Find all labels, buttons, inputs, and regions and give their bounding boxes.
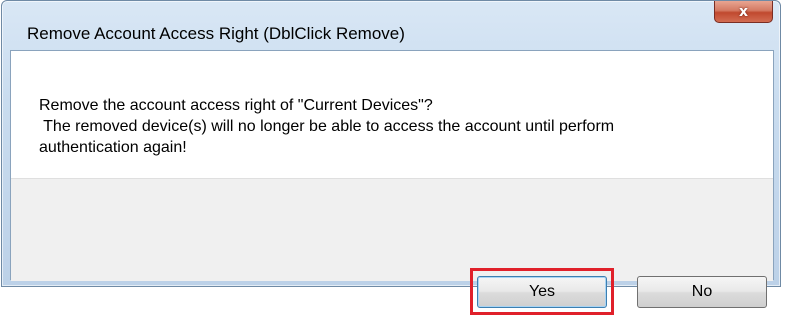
button-bar: Yes No	[11, 178, 773, 315]
remove-access-dialog: Remove Account Access Right (DblClick Re…	[1, 0, 781, 315]
confirmation-message: Remove the account access right of "Curr…	[39, 95, 739, 158]
message-line-2: The removed device(s) will no longer be …	[39, 118, 615, 135]
message-line-3: authentication again!	[39, 139, 187, 156]
close-button[interactable]: x	[714, 1, 773, 23]
dialog-body: Remove the account access right of "Curr…	[10, 50, 774, 315]
close-icon: x	[738, 3, 749, 20]
yes-button[interactable]: Yes	[477, 276, 607, 308]
window-title: Remove Account Access Right (DblClick Re…	[27, 24, 405, 43]
title-bar[interactable]: Remove Account Access Right (DblClick Re…	[2, 1, 780, 43]
no-button[interactable]: No	[637, 276, 767, 308]
message-line-1: Remove the account access right of "Curr…	[39, 97, 433, 114]
